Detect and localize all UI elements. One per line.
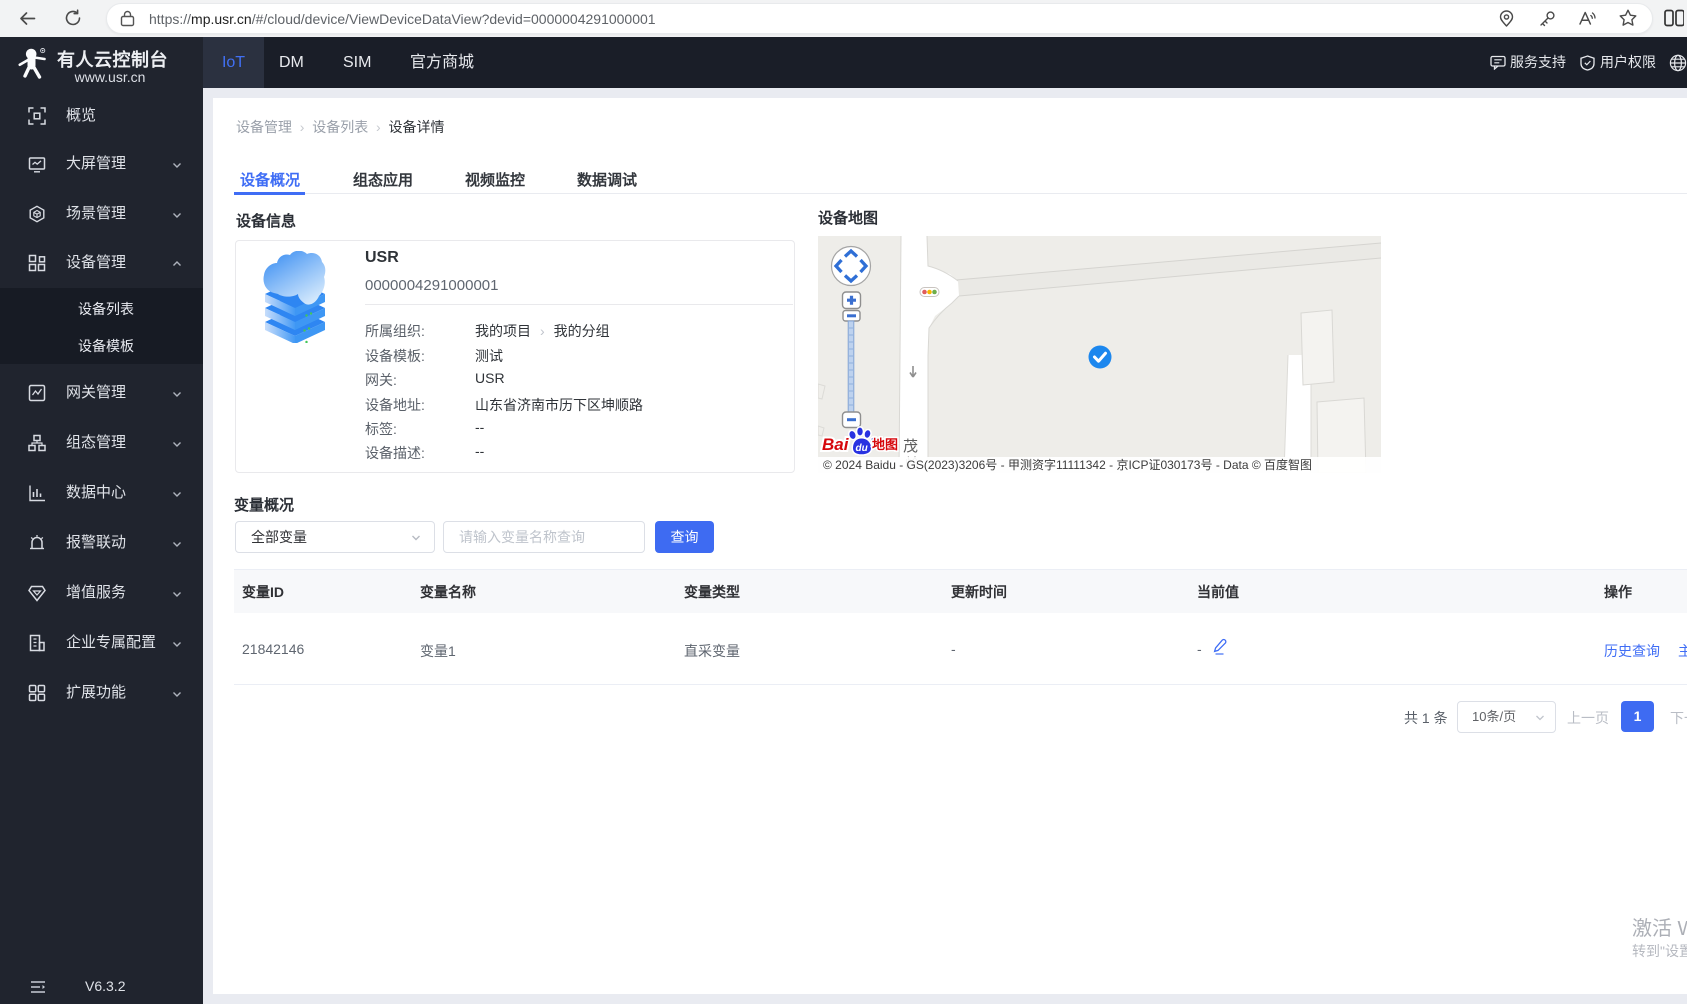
svg-text:© 2024 Baidu - GS(2023)3206号 -: © 2024 Baidu - GS(2023)3206号 - 甲测资字11111… (823, 457, 1312, 472)
svg-text:茂: 茂 (903, 438, 918, 455)
svg-text:地图: 地图 (872, 437, 898, 452)
svg-text:Bai: Bai (822, 435, 850, 454)
svg-text:du: du (856, 443, 868, 454)
